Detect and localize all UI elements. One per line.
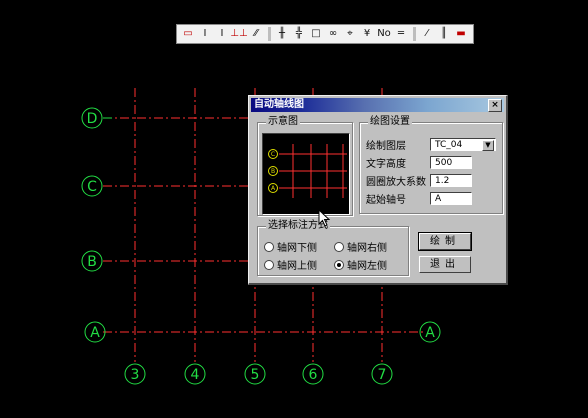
toolbar-button-12-icon[interactable]: No bbox=[376, 26, 392, 42]
radio-label: 轴网右侧 bbox=[347, 243, 387, 254]
layer-select[interactable]: TC_04 ▼ bbox=[430, 137, 496, 151]
settings-group: 绘图设置 绘制图层 TC_04 ▼ 文字高度 500 圆圈放大系数 1.2 起始… bbox=[359, 116, 503, 214]
toolbar-button-9-icon[interactable]: ∞ bbox=[325, 26, 341, 42]
axis-bubble-b: B bbox=[81, 250, 103, 272]
toolbar-separator bbox=[413, 27, 416, 41]
settings-group-label: 绘图设置 bbox=[368, 116, 412, 128]
preview-axis-label: B bbox=[271, 168, 275, 175]
axis-bubble-c: C bbox=[81, 175, 103, 197]
exit-button[interactable]: 退出 bbox=[419, 256, 471, 273]
radio-label: 轴网下侧 bbox=[277, 243, 317, 254]
toolbar-button-15-icon[interactable]: ║ bbox=[436, 26, 452, 42]
toolbar-button-16-icon[interactable]: ▬ bbox=[453, 26, 469, 42]
mouse-cursor-icon bbox=[318, 209, 330, 227]
axis-bubble-5: 5 bbox=[244, 363, 266, 385]
toolbar-button-7-icon[interactable]: ╬ bbox=[291, 26, 307, 42]
toolbar-button-1-icon[interactable]: ▭ bbox=[180, 26, 196, 42]
radio-button[interactable] bbox=[264, 259, 274, 270]
toolbar-button-3-icon[interactable]: I bbox=[214, 26, 230, 42]
axis-bubble-label: B bbox=[87, 254, 97, 270]
axis-bubble-4: 4 bbox=[184, 363, 206, 385]
preview-axis-label: A bbox=[271, 185, 276, 192]
radio-button-selected[interactable] bbox=[334, 259, 344, 270]
circle-scale-label: 圆圈放大系数 bbox=[366, 176, 426, 188]
floating-toolbar: ▭ I I ⊥⊥ ⁄⁄ ╫ ╬ □ ∞ ⌖ ¥ No ═ ⁄ ║ ▬ bbox=[176, 24, 474, 44]
auto-axis-dialog: 自动轴线图 × 示意图 C B A 绘图设置 绘制图层 TC_04 ▼ 文字高度… bbox=[248, 95, 508, 285]
preview-group: 示意图 C B A bbox=[257, 116, 353, 216]
toolbar-button-5-icon[interactable]: ⁄⁄ bbox=[248, 26, 264, 42]
dialog-title: 自动轴线图 bbox=[254, 99, 304, 110]
circle-scale-input[interactable]: 1.2 bbox=[430, 173, 472, 187]
axis-bubble-label: 6 bbox=[309, 367, 318, 383]
axis-bubble-label: C bbox=[87, 179, 97, 195]
axis-bubble-d: D bbox=[81, 107, 112, 129]
axis-bubble-label: A bbox=[425, 325, 435, 341]
toolbar-separator bbox=[268, 27, 271, 41]
axis-bubble-7: 7 bbox=[371, 363, 393, 385]
axis-bubble-6: 6 bbox=[302, 363, 324, 385]
toolbar-button-13-icon[interactable]: ═ bbox=[393, 26, 409, 42]
toolbar-button-10-icon[interactable]: ⌖ bbox=[342, 26, 358, 42]
toolbar-button-4-icon[interactable]: ⊥⊥ bbox=[230, 26, 247, 42]
radio-button[interactable] bbox=[334, 241, 344, 252]
axis-bubble-label: A bbox=[90, 325, 100, 341]
dialog-titlebar[interactable]: 自动轴线图 × bbox=[251, 98, 504, 112]
toolbar-button-14-icon[interactable]: ⁄ bbox=[419, 26, 435, 42]
radio-label: 轴网左侧 bbox=[347, 261, 387, 272]
toolbar-button-8-icon[interactable]: □ bbox=[308, 26, 324, 42]
toolbar-button-6-icon[interactable]: ╫ bbox=[274, 26, 290, 42]
radio-bottom[interactable]: 轴网下侧 bbox=[264, 239, 317, 254]
axis-bubble-label: 4 bbox=[191, 367, 200, 383]
axis-bubble-label: 3 bbox=[131, 367, 140, 383]
preview-group-label: 示意图 bbox=[266, 116, 300, 128]
radio-right[interactable]: 轴网右侧 bbox=[334, 239, 387, 254]
text-height-input[interactable]: 500 bbox=[430, 155, 472, 169]
layer-value: TC_04 bbox=[435, 139, 463, 150]
toolbar-button-2-icon[interactable]: I bbox=[197, 26, 213, 42]
annotation-group: 选择标注方式 轴网下侧 轴网右侧 轴网上侧 轴网左侧 bbox=[257, 220, 409, 276]
axis-bubble-label: 7 bbox=[378, 367, 387, 383]
text-height-label: 文字高度 bbox=[366, 158, 406, 170]
axis-bubble-label: D bbox=[87, 111, 98, 127]
axis-bubble-3: 3 bbox=[124, 363, 146, 385]
radio-label: 轴网上侧 bbox=[277, 261, 317, 272]
axis-bubble-a-left: A bbox=[84, 321, 106, 343]
toolbar-button-11-icon[interactable]: ¥ bbox=[359, 26, 375, 42]
radio-left[interactable]: 轴网左侧 bbox=[334, 257, 387, 272]
start-axis-input[interactable]: A bbox=[430, 191, 472, 205]
preview-image: C B A bbox=[262, 133, 350, 215]
axis-bubble-label: 5 bbox=[251, 367, 260, 383]
preview-axis-label: C bbox=[271, 151, 275, 158]
start-axis-label: 起始轴号 bbox=[366, 194, 406, 206]
radio-button[interactable] bbox=[264, 241, 274, 252]
layer-label: 绘制图层 bbox=[366, 140, 406, 152]
radio-top[interactable]: 轴网上侧 bbox=[264, 257, 317, 272]
draw-button[interactable]: 绘制 bbox=[418, 232, 472, 251]
close-button[interactable]: × bbox=[488, 99, 502, 112]
chevron-down-icon[interactable]: ▼ bbox=[482, 139, 494, 151]
